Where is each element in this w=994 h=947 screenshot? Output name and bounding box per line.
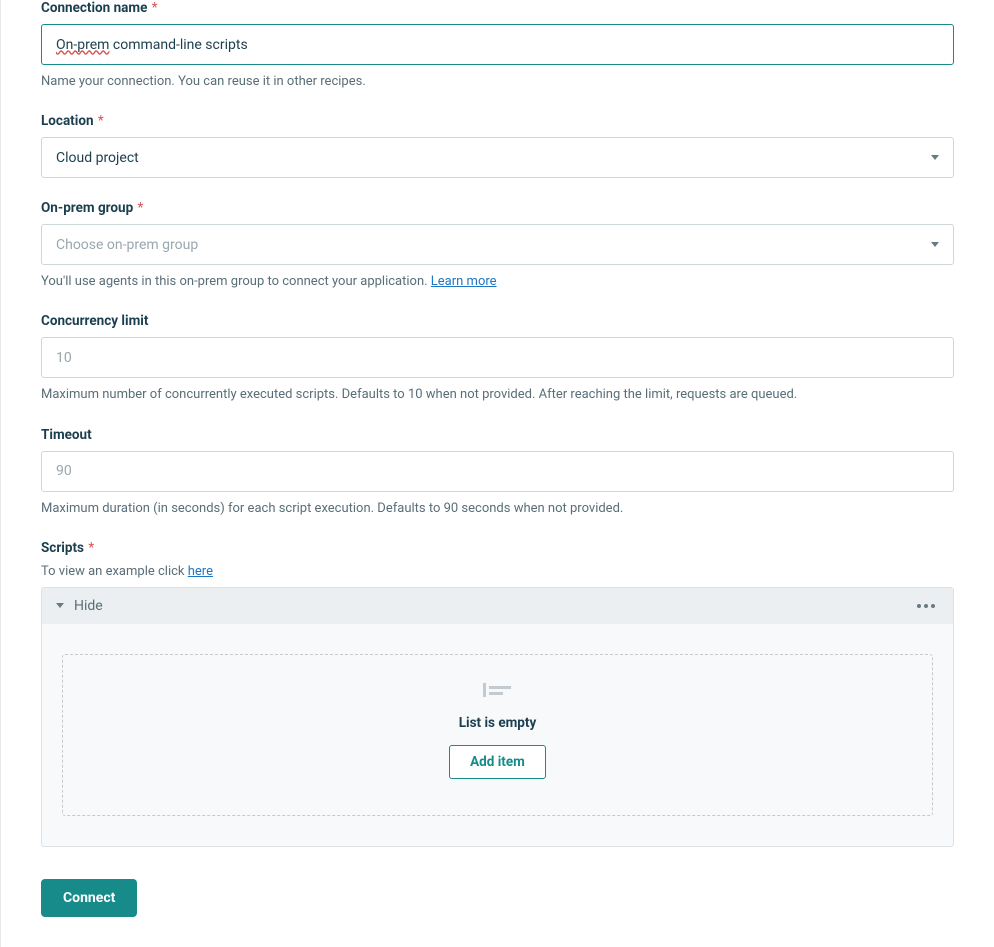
- scripts-hint: To view an example click here: [41, 564, 954, 579]
- location-label: Location *: [41, 113, 104, 129]
- concurrency-input[interactable]: [41, 337, 954, 378]
- timeout-label: Timeout: [41, 427, 92, 443]
- empty-list-icon: [481, 683, 515, 701]
- required-asterisk: *: [85, 540, 94, 556]
- add-item-button[interactable]: Add item: [449, 745, 546, 779]
- timeout-help: Maximum duration (in seconds) for each s…: [41, 500, 954, 518]
- onprem-group-placeholder: Choose on-prem group: [56, 237, 198, 253]
- empty-text: List is empty: [459, 715, 537, 731]
- learn-more-link[interactable]: Learn more: [431, 274, 497, 289]
- connection-name-input[interactable]: On-prem command-line scripts: [41, 24, 954, 65]
- connect-button[interactable]: Connect: [41, 879, 137, 917]
- onprem-group-help: You'll use agents in this on-prem group …: [41, 273, 954, 291]
- concurrency-help: Maximum number of concurrently executed …: [41, 386, 954, 404]
- input-text-rest: command-line scripts: [109, 37, 247, 53]
- scripts-panel: Hide List is empty Add item: [41, 587, 954, 847]
- onprem-group-select[interactable]: Choose on-prem group: [41, 224, 954, 265]
- required-asterisk: *: [148, 0, 157, 16]
- required-asterisk: *: [134, 200, 143, 216]
- example-here-link[interactable]: here: [188, 564, 213, 579]
- location-select[interactable]: Cloud project: [41, 137, 954, 178]
- input-text-spellcheck: On-prem: [56, 37, 109, 53]
- concurrency-label: Concurrency limit: [41, 313, 148, 329]
- connection-name-help: Name your connection. You can reuse it i…: [41, 73, 954, 91]
- chevron-down-icon: [931, 242, 939, 247]
- chevron-down-icon: [931, 155, 939, 160]
- connection-name-label: Connection name *: [41, 0, 158, 16]
- scripts-header-toggle[interactable]: Hide: [42, 588, 953, 624]
- scripts-label: Scripts *: [41, 540, 94, 556]
- timeout-input[interactable]: [41, 451, 954, 492]
- onprem-group-label: On-prem group *: [41, 200, 143, 216]
- location-value: Cloud project: [56, 150, 139, 166]
- hide-label: Hide: [74, 598, 103, 614]
- empty-list-box: List is empty Add item: [62, 654, 933, 816]
- more-menu-icon[interactable]: [913, 600, 939, 612]
- chevron-down-icon: [56, 603, 64, 608]
- required-asterisk: *: [95, 113, 104, 129]
